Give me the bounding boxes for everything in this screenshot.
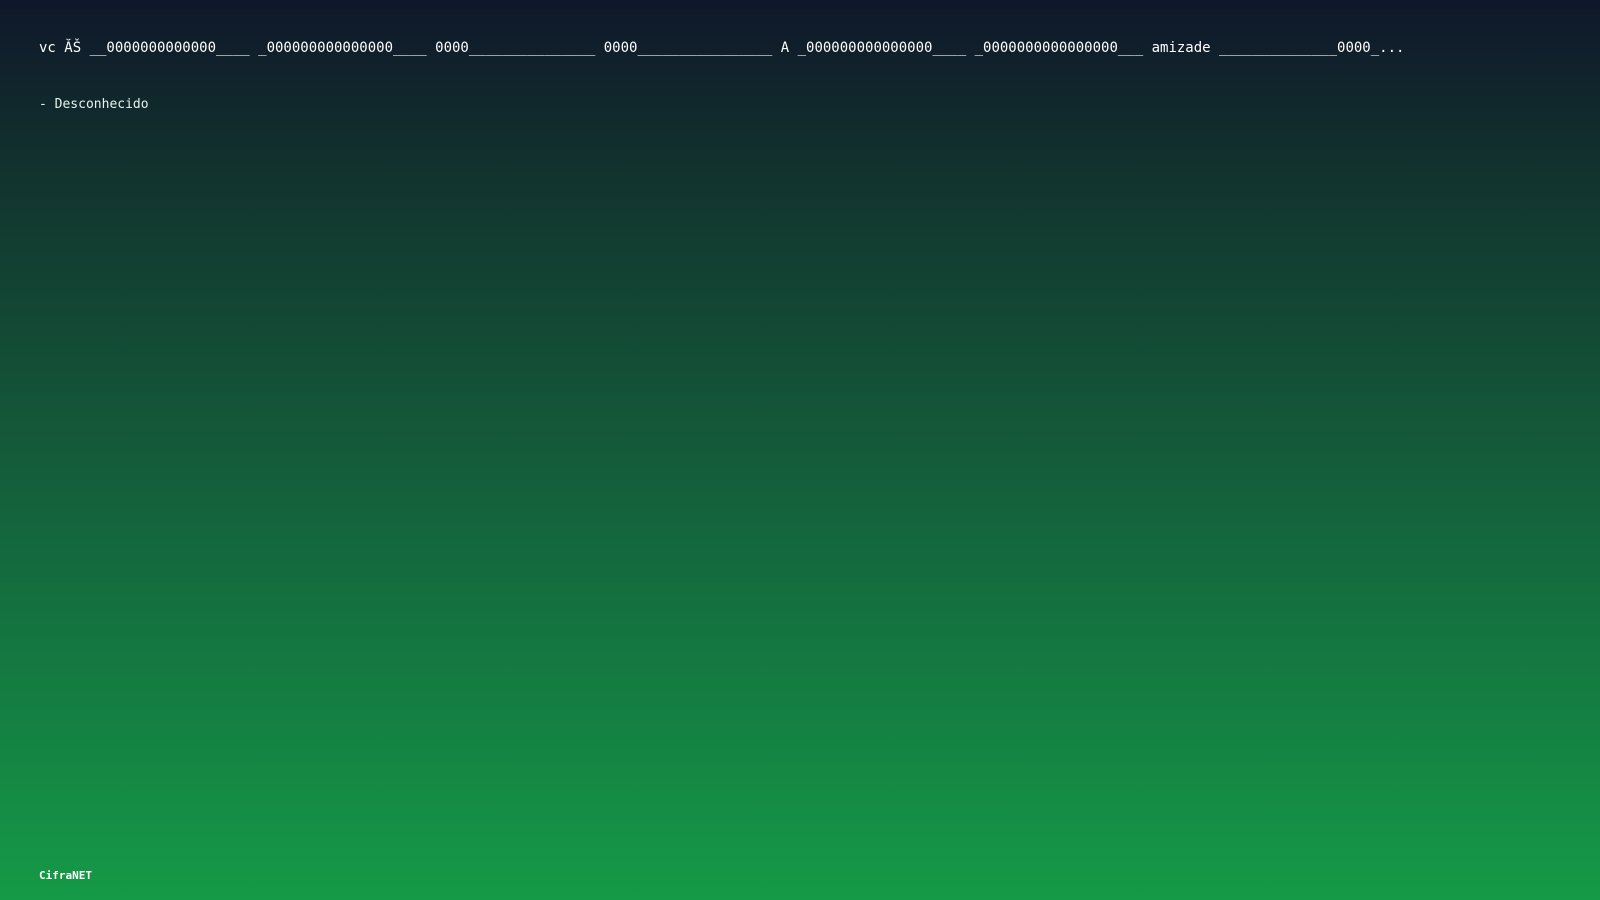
brand-logo-text: CifraNET: [39, 869, 92, 882]
quote-card: vc ĂŠ __0000000000000____ _0000000000000…: [39, 38, 1569, 114]
quote-text: vc ĂŠ __0000000000000____ _0000000000000…: [39, 40, 1405, 56]
quote-author: - Desconhecido: [39, 97, 149, 112]
